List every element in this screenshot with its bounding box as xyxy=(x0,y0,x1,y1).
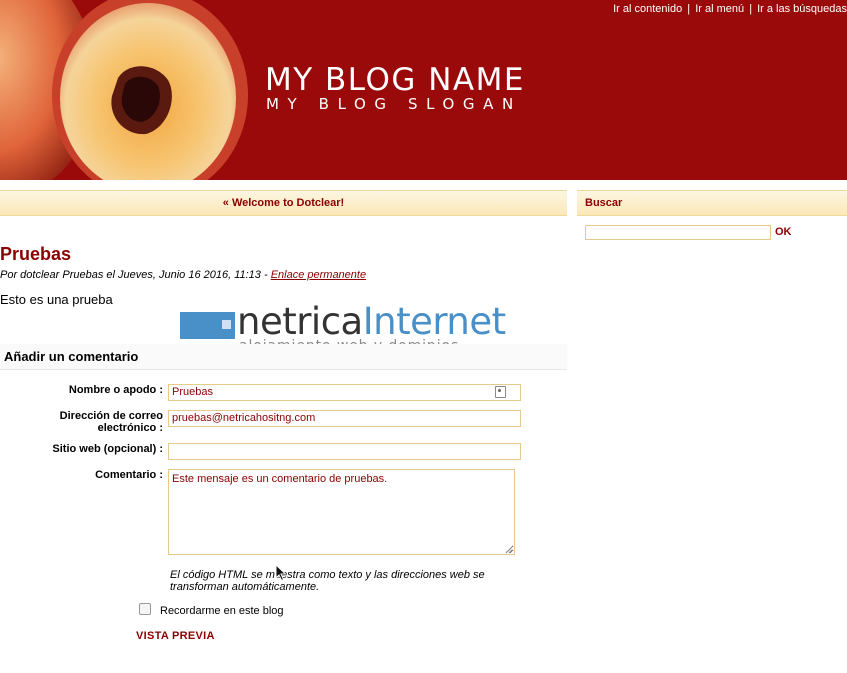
logo-text-netrica: netrica xyxy=(237,300,363,343)
name-label: Nombre o apodo : xyxy=(68,384,163,396)
netrica-logo-mark xyxy=(180,312,235,339)
skip-to-menu-link[interactable]: Ir al menú xyxy=(695,3,744,15)
skip-to-search-link[interactable]: Ir a las búsquedas xyxy=(757,3,847,15)
peach-image xyxy=(0,0,250,180)
comment-label: Comentario : xyxy=(95,469,163,481)
contact-card-icon[interactable] xyxy=(495,386,506,398)
comment-form-heading: Añadir un comentario xyxy=(4,349,139,364)
skip-links: Ir al contenido | Ir al menú | Ir a las … xyxy=(613,3,847,15)
logo-text-internet: Internet xyxy=(362,300,506,343)
post-title[interactable]: Pruebas xyxy=(0,244,71,265)
name-field[interactable] xyxy=(168,384,521,401)
blog-slogan: MY BLOG SLOGAN xyxy=(266,95,522,113)
website-field[interactable] xyxy=(168,443,521,460)
separator: | xyxy=(749,3,753,15)
prev-post-link[interactable]: « Welcome to Dotclear! xyxy=(223,191,344,215)
post-navigation: « Welcome to Dotclear! xyxy=(0,190,567,216)
blog-name[interactable]: MY BLOG NAME xyxy=(265,62,525,98)
separator: | xyxy=(687,3,691,15)
comment-form-header: Añadir un comentario xyxy=(0,344,567,370)
comment-help-text: El código HTML se muestra como texto y l… xyxy=(170,569,485,593)
email-field[interactable] xyxy=(168,410,521,427)
remember-label[interactable]: Recordarme en este blog xyxy=(160,605,284,617)
skip-to-content-link[interactable]: Ir al contenido xyxy=(613,3,682,15)
search-input[interactable] xyxy=(585,225,771,240)
logo-mark-inner xyxy=(222,320,231,329)
email-label: Dirección de correo electrónico : xyxy=(59,410,163,434)
search-ok-button[interactable]: OK xyxy=(775,225,792,239)
preview-button[interactable]: VISTA PREVIA xyxy=(136,630,215,642)
search-title: Buscar xyxy=(585,197,623,209)
permalink-link[interactable]: Enlace permanente xyxy=(271,269,366,281)
post-meta: Por dotclear Pruebas el Jueves, Junio 16… xyxy=(0,269,366,281)
remember-checkbox[interactable] xyxy=(139,603,151,615)
mouse-cursor-icon xyxy=(275,564,287,582)
site-header: Ir al contenido | Ir al menú | Ir a las … xyxy=(0,0,847,180)
post-meta-text: Por dotclear Pruebas el Jueves, Junio 16… xyxy=(0,269,271,281)
resize-grip-icon[interactable] xyxy=(505,546,513,554)
website-label: Sitio web (opcional) : xyxy=(52,443,163,455)
comment-textarea[interactable]: Este mensaje es un comentario de pruebas… xyxy=(168,469,515,555)
post-body: Esto es una prueba xyxy=(0,292,113,307)
search-heading-bar: Buscar xyxy=(577,190,847,216)
